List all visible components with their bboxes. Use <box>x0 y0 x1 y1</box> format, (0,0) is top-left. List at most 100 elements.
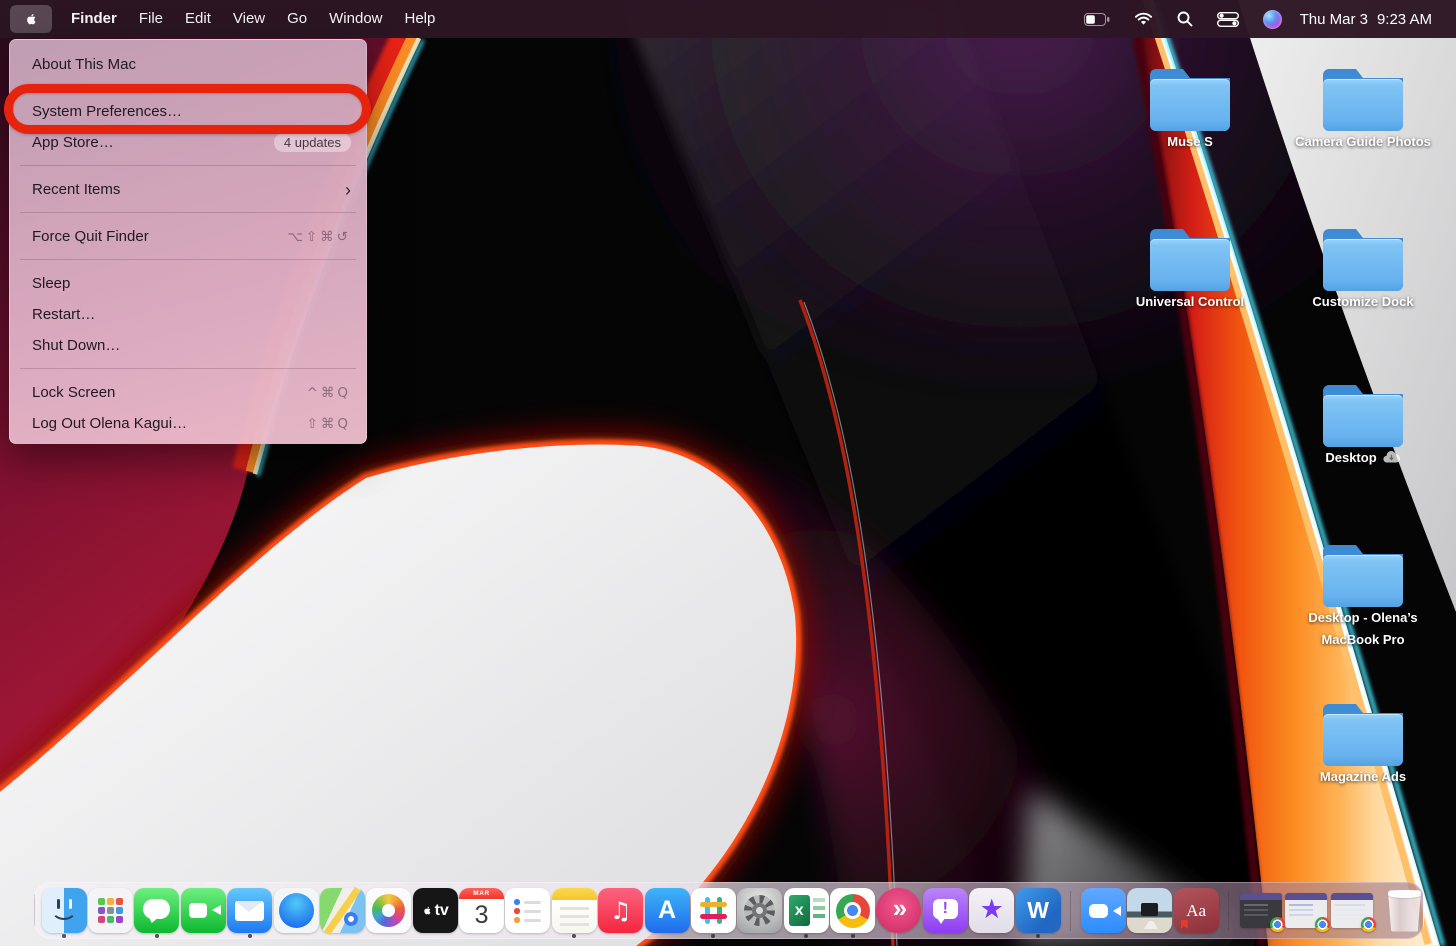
battery-icon[interactable] <box>1084 13 1110 26</box>
zoom-app-icon <box>1081 888 1126 933</box>
image-capture-app-icon <box>1127 888 1172 933</box>
calendar-app-icon: MAR3 <box>459 888 504 933</box>
menu-item-about-this-mac[interactable]: About This Mac <box>10 49 366 80</box>
folder-icon <box>1150 67 1230 131</box>
dock-item-apple-tv[interactable]: tv <box>413 888 458 933</box>
dock-item-excel[interactable]: x <box>784 888 829 933</box>
desktop-folder-universal-control[interactable]: Universal Control <box>1115 227 1265 313</box>
folder-label: Customize Dock <box>1312 294 1413 309</box>
dock-item-skitch[interactable]: » <box>876 888 921 933</box>
dock-item-chrome[interactable] <box>830 888 875 933</box>
dock: tvMAR3 ♫Ax »! ★W Aa <box>34 882 1424 939</box>
siri-icon[interactable] <box>1263 10 1282 29</box>
folder-icon <box>1323 702 1403 766</box>
menu-divider <box>20 259 356 260</box>
menubar-app-menus: FinderFileEditViewGoWindowHelp <box>60 0 446 38</box>
menu-item-lock-screen[interactable]: Lock Screen^⌘Q <box>10 377 366 408</box>
dock-item-facetime[interactable] <box>181 888 226 933</box>
menu-divider <box>20 212 356 213</box>
dock-item-dictionary[interactable]: Aa <box>1174 888 1219 933</box>
dock-item-photos[interactable] <box>366 888 411 933</box>
menu-item-recent-items[interactable]: Recent Items› <box>10 174 366 205</box>
dock-item-trash[interactable] <box>1385 888 1425 933</box>
dock-item-system-preferences[interactable] <box>737 888 782 933</box>
calendar-glyph: 3 <box>459 897 504 933</box>
photos-app-icon <box>366 888 411 933</box>
dock-item-messages[interactable] <box>134 888 179 933</box>
notes-app-icon <box>552 888 597 933</box>
desktop-folder-desktop[interactable]: Desktop <box>1288 383 1438 469</box>
dock-item-chrome-window-2[interactable] <box>1284 888 1328 933</box>
dock-item-finder[interactable] <box>42 888 87 933</box>
desktop-folder-camera-guide-photos[interactable]: Camera Guide Photos <box>1288 67 1438 153</box>
menubar-item-help[interactable]: Help <box>394 0 447 38</box>
menu-item-log-out-olena-kagui[interactable]: Log Out Olena Kagui…⇧⌘Q <box>10 408 366 439</box>
dock-item-chrome-window-1[interactable] <box>1239 888 1283 933</box>
menu-divider <box>20 165 356 166</box>
slack-app-icon <box>691 888 736 933</box>
dock-item-calendar[interactable]: MAR3 <box>459 888 504 933</box>
chrome-badge-icon <box>1315 917 1330 932</box>
dock-item-launchpad[interactable] <box>88 888 133 933</box>
dictionary-glyph: Aa <box>1186 901 1206 921</box>
menu-bar: FinderFileEditViewGoWindowHelp Thu Mar 3… <box>0 0 1456 38</box>
menu-shortcut: ⇧⌘Q <box>307 416 351 432</box>
mail-app-icon <box>227 888 272 933</box>
apple-menu-button[interactable] <box>10 5 52 33</box>
menubar-clock[interactable]: Thu Mar 3 9:23 AM <box>1300 11 1432 28</box>
desktop-folder-magazine-ads[interactable]: Magazine Ads <box>1288 702 1438 788</box>
folder-label: Magazine Ads <box>1320 769 1406 784</box>
dock-item-word[interactable]: W <box>1016 888 1061 933</box>
menubar-item-finder[interactable]: Finder <box>60 0 128 38</box>
menu-item-force-quit-finder[interactable]: Force Quit Finder⌥⇧⌘↺ <box>10 221 366 252</box>
skitch-app-icon: » <box>876 888 921 933</box>
menubar-item-file[interactable]: File <box>128 0 174 38</box>
menu-item-label: About This Mac <box>32 56 136 73</box>
chrome-app-icon <box>830 888 875 933</box>
menu-item-restart[interactable]: Restart… <box>10 299 366 330</box>
folder-label: Muse S <box>1167 134 1213 149</box>
folder-icon <box>1323 67 1403 131</box>
search-icon[interactable] <box>1177 11 1193 27</box>
dock-item-reminders[interactable] <box>505 888 550 933</box>
menu-item-sleep[interactable]: Sleep <box>10 268 366 299</box>
folder-label: Universal Control <box>1136 294 1244 309</box>
dock-item-notes[interactable] <box>552 888 597 933</box>
dock-item-image-capture[interactable] <box>1127 888 1172 933</box>
menubar-item-window[interactable]: Window <box>318 0 393 38</box>
dock-separator <box>1228 891 1229 931</box>
control-center-icon[interactable] <box>1217 12 1239 27</box>
wifi-icon[interactable] <box>1134 12 1153 26</box>
dock-item-app-store[interactable]: A <box>645 888 690 933</box>
dock-item-safari[interactable] <box>274 888 319 933</box>
folder-icon <box>1323 543 1403 607</box>
chrome-window-3-app-icon <box>1331 893 1373 928</box>
desktop-folder-desktop-olena-s-macbook-pro[interactable]: Desktop - Olena’s MacBook Pro <box>1288 543 1438 651</box>
alert-chat-app-glyph: ! <box>943 900 948 918</box>
dock-item-imovie[interactable]: ★ <box>969 888 1014 933</box>
menubar-item-go[interactable]: Go <box>276 0 318 38</box>
dock-item-maps[interactable] <box>320 888 365 933</box>
folder-icon <box>1323 227 1403 291</box>
menu-shortcut: ⌥⇧⌘↺ <box>287 229 351 245</box>
icloud-status-icon <box>1382 450 1401 464</box>
dock-item-alert-chat-app[interactable]: ! <box>923 888 968 933</box>
dock-item-slack[interactable] <box>691 888 736 933</box>
dock-item-chrome-window-3[interactable] <box>1330 888 1374 933</box>
menu-item-shut-down[interactable]: Shut Down… <box>10 330 366 361</box>
dock-item-mail[interactable] <box>227 888 272 933</box>
running-indicator <box>248 934 252 938</box>
menu-item-label: Lock Screen <box>32 384 115 401</box>
menubar-item-edit[interactable]: Edit <box>174 0 222 38</box>
submenu-chevron-icon: › <box>345 181 351 199</box>
folder-label: Camera Guide Photos <box>1295 134 1431 149</box>
desktop-folder-muse-s[interactable]: Muse S <box>1115 67 1265 153</box>
menu-item-label: App Store… <box>32 134 114 151</box>
music-app-icon: ♫ <box>598 888 643 933</box>
desktop-folder-customize-dock[interactable]: Customize Dock <box>1288 227 1438 313</box>
running-indicator <box>155 934 159 938</box>
dock-item-zoom[interactable] <box>1081 888 1126 933</box>
app-store-app-icon: A <box>645 888 690 933</box>
menubar-item-view[interactable]: View <box>222 0 276 38</box>
dock-item-music[interactable]: ♫ <box>598 888 643 933</box>
